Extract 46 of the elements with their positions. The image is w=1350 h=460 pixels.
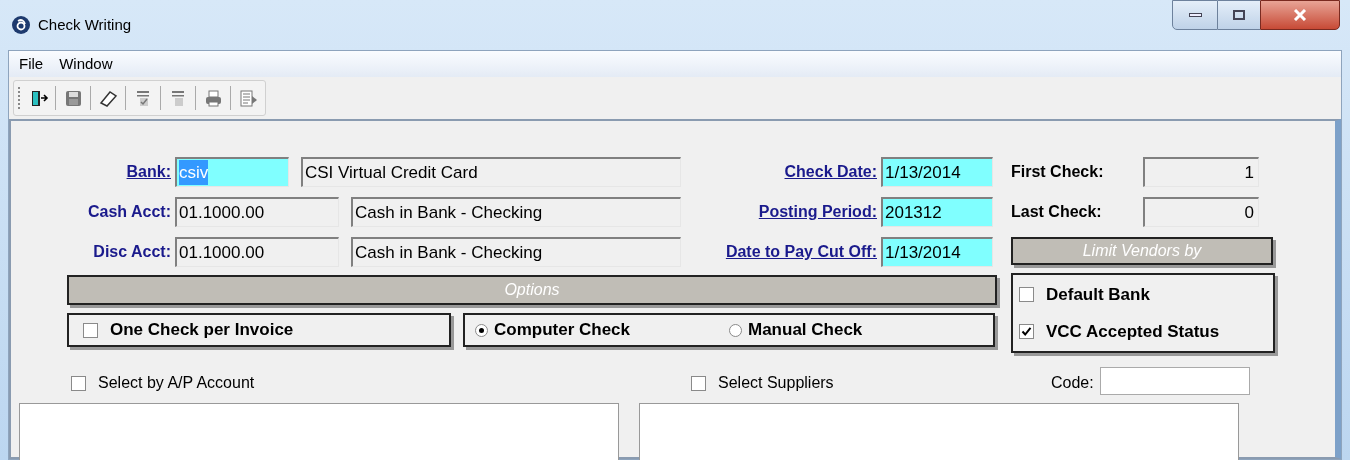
date-field[interactable]: 1/13/2014 bbox=[881, 157, 993, 187]
checkbox-label[interactable]: One Check per Invoice bbox=[110, 317, 294, 343]
date-field[interactable]: 201312 bbox=[881, 197, 993, 227]
checkbox-label[interactable]: Select Suppliers bbox=[718, 371, 834, 395]
menu-item[interactable]: Window bbox=[53, 52, 119, 76]
field-label: Cash Acct: bbox=[87, 202, 171, 222]
description-field: Cash in Bank - Checking bbox=[351, 237, 681, 267]
check-number-field: 0 bbox=[1143, 197, 1259, 227]
supplier-list[interactable] bbox=[639, 403, 1239, 460]
radio-button[interactable] bbox=[475, 323, 488, 337]
field-label: Last Check: bbox=[1011, 202, 1102, 222]
maximize-button[interactable] bbox=[1218, 0, 1260, 30]
field-label-link[interactable]: Check Date: bbox=[784, 160, 877, 184]
window-title: Check Writing bbox=[38, 15, 132, 35]
account-list[interactable] bbox=[19, 403, 619, 460]
section-header: Limit Vendors by bbox=[1011, 237, 1273, 265]
checkbox-label[interactable]: Default Bank bbox=[1046, 281, 1150, 307]
field-label: First Check: bbox=[1011, 162, 1104, 182]
code-field[interactable] bbox=[1099, 367, 1250, 395]
checkbox[interactable] bbox=[71, 375, 86, 391]
section-header: Options bbox=[67, 275, 997, 305]
menu-item[interactable]: File bbox=[13, 52, 50, 76]
checkbox-label[interactable]: Select by A/P Account bbox=[98, 371, 255, 395]
description-field: CSI Virtual Credit Card bbox=[301, 157, 681, 187]
radio-label[interactable]: Computer Check bbox=[494, 317, 631, 343]
close-button[interactable] bbox=[1260, 0, 1340, 30]
checkbox[interactable] bbox=[1019, 324, 1034, 340]
field-label-link[interactable]: Posting Period: bbox=[758, 200, 877, 224]
checkbox-label[interactable]: VCC Accepted Status bbox=[1046, 319, 1220, 345]
account-field: 01.1000.00 bbox=[175, 197, 339, 227]
checkbox[interactable] bbox=[1019, 286, 1034, 302]
close-icon bbox=[1293, 9, 1307, 21]
field-label-link[interactable]: Date to Pay Cut Off: bbox=[725, 240, 877, 264]
checkbox[interactable] bbox=[691, 375, 706, 391]
radio-label[interactable]: Manual Check bbox=[748, 317, 863, 343]
app-logo-icon bbox=[12, 16, 30, 35]
date-field[interactable]: 1/13/2014 bbox=[881, 237, 993, 267]
field-label: Disc Acct: bbox=[92, 242, 171, 262]
checkbox[interactable] bbox=[83, 322, 98, 338]
field-label: Code: bbox=[1051, 373, 1094, 393]
minimize-button[interactable] bbox=[1172, 0, 1218, 30]
radio-button[interactable] bbox=[729, 323, 742, 337]
check-number-field: 1 bbox=[1143, 157, 1259, 187]
field-label-link[interactable]: Bank: bbox=[51, 160, 171, 184]
description-field: Cash in Bank - Checking bbox=[351, 197, 681, 227]
account-field: 01.1000.00 bbox=[175, 237, 339, 267]
